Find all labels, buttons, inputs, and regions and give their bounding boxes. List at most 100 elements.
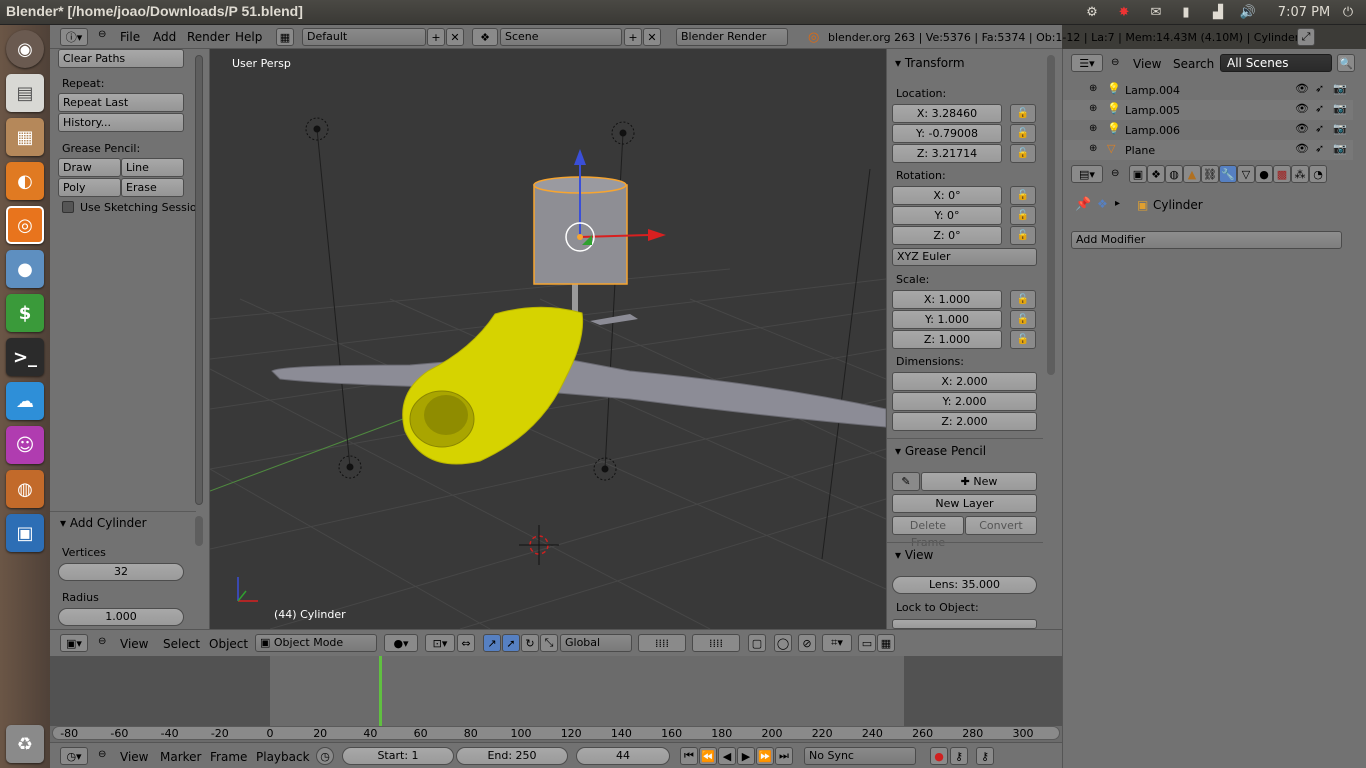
- add-cylinder-panel-header[interactable]: ▾ Add Cylinder: [60, 516, 147, 530]
- constraints-tab-icon[interactable]: ⛓: [1201, 165, 1219, 183]
- 3d-editor-type-icon[interactable]: ▣▾: [60, 634, 88, 652]
- trash-icon[interactable]: ♻: [6, 725, 44, 763]
- grease-pencil-panel-header[interactable]: ▾ Grease Pencil: [895, 444, 986, 458]
- jump-start-icon[interactable]: ⏮: [680, 747, 698, 765]
- scale-y-field[interactable]: Y: 1.000: [892, 310, 1002, 329]
- gp-line-button[interactable]: Line: [121, 158, 184, 177]
- menu-render[interactable]: Render: [187, 30, 230, 44]
- collapse-timeline-icon[interactable]: ⊖: [98, 749, 106, 760]
- play-icon[interactable]: ▶: [737, 747, 755, 765]
- 3d-viewport[interactable]: User Persp (44) Cylinder: [210, 49, 886, 629]
- layout-selector[interactable]: Default: [302, 28, 426, 46]
- expand-icon[interactable]: ⊕: [1089, 123, 1097, 134]
- chat-app-icon[interactable]: ☺: [6, 426, 44, 464]
- scale-x-field[interactable]: X: 1.000: [892, 290, 1002, 309]
- end-frame-field[interactable]: End: 250: [456, 747, 568, 765]
- transform-orientation-selector[interactable]: Global: [560, 634, 632, 652]
- lock-rotation-y-icon[interactable]: 🔓: [1010, 206, 1036, 225]
- visibility-eye-icon[interactable]: 👁: [1295, 142, 1309, 155]
- render-camera-icon[interactable]: 📷: [1333, 82, 1347, 95]
- rotation-x-field[interactable]: X: 0°: [892, 186, 1002, 205]
- view-panel-header[interactable]: ▾ View: [895, 548, 933, 562]
- convert-button[interactable]: Convert: [965, 516, 1037, 535]
- proportional-edit-icon[interactable]: ◯: [774, 634, 792, 652]
- gp-poly-button[interactable]: Poly: [58, 178, 121, 197]
- menu-marker[interactable]: Marker: [160, 750, 201, 764]
- pin-icon[interactable]: 📌: [1075, 197, 1091, 212]
- select-arrow-icon[interactable]: ➶: [1315, 102, 1324, 115]
- menu-select[interactable]: Select: [163, 637, 200, 651]
- visibility-eye-icon[interactable]: 👁: [1295, 122, 1309, 135]
- viewport-shading-icon[interactable]: ●▾: [384, 634, 418, 652]
- lock-layers-icon[interactable]: ▢: [748, 634, 766, 652]
- collapse-header-icon[interactable]: ⊖: [98, 636, 106, 647]
- location-y-field[interactable]: Y: -0.79008: [892, 124, 1002, 143]
- clock[interactable]: 7:07 PM: [1272, 2, 1336, 22]
- outliner-row[interactable]: ⊕ ▽ Plane 👁 ➶ 📷: [1063, 140, 1353, 160]
- timeline-editor-type-icon[interactable]: ◷▾: [60, 747, 88, 765]
- visibility-eye-icon[interactable]: 👁: [1295, 82, 1309, 95]
- lock-rotation-x-icon[interactable]: 🔓: [1010, 186, 1036, 205]
- mail-icon[interactable]: ✉: [1146, 2, 1166, 22]
- rotate-manipulator-icon[interactable]: ↻: [521, 634, 539, 652]
- pivot-point-icon[interactable]: ⊡▾: [425, 634, 455, 652]
- gp-draw-button[interactable]: Draw: [58, 158, 121, 177]
- power-icon[interactable]: ⏻: [1338, 2, 1358, 22]
- preview-range-icon[interactable]: ◷: [316, 747, 334, 765]
- keyframe-insert-icon[interactable]: ⚷: [976, 747, 994, 765]
- display-mode-selector[interactable]: All Scenes: [1220, 54, 1332, 72]
- files-icon[interactable]: ▤: [6, 74, 44, 112]
- scene-selector[interactable]: Scene: [500, 28, 622, 46]
- visibility-eye-icon[interactable]: 👁: [1295, 102, 1309, 115]
- render-tab-icon[interactable]: ▣: [1129, 165, 1147, 183]
- lock-scale-x-icon[interactable]: 🔓: [1010, 290, 1036, 309]
- gp-new-button[interactable]: ✚ New: [921, 472, 1037, 491]
- remove-layout-icon[interactable]: ✕: [446, 28, 464, 46]
- current-frame-cursor[interactable]: [379, 656, 383, 726]
- layers-grid-2-icon[interactable]: ⁞⁞⁞⁞: [692, 634, 740, 652]
- menu-playback[interactable]: Playback: [256, 750, 310, 764]
- particles-tab-icon[interactable]: ⁂: [1291, 165, 1309, 183]
- archive-icon[interactable]: ▦: [6, 118, 44, 156]
- current-frame-field[interactable]: 44: [576, 747, 670, 765]
- jump-end-icon[interactable]: ⏭: [775, 747, 793, 765]
- vertices-field[interactable]: 32: [58, 563, 184, 581]
- menu-frame[interactable]: Frame: [210, 750, 247, 764]
- snap-element-icon[interactable]: ⌗▾: [822, 634, 852, 652]
- operator-scrollbar[interactable]: [195, 516, 203, 546]
- menu-file[interactable]: File: [120, 30, 140, 44]
- radius-field[interactable]: 1.000: [58, 608, 184, 626]
- network-signal-icon[interactable]: ▟: [1208, 2, 1228, 22]
- collapse-menu-icon[interactable]: ⊖: [98, 29, 106, 40]
- render-engine-selector[interactable]: Blender Render: [676, 28, 788, 46]
- blender-icon[interactable]: ◎: [6, 206, 44, 244]
- scene-icon[interactable]: ❖: [472, 28, 498, 46]
- timeline-editor[interactable]: [50, 656, 1062, 742]
- jump-keyframe-forward-icon[interactable]: ⏩: [756, 747, 774, 765]
- material-tab-icon[interactable]: ●: [1255, 165, 1273, 183]
- rotation-mode-selector[interactable]: XYZ Euler: [892, 248, 1037, 266]
- location-z-field[interactable]: Z: 3.21714: [892, 144, 1002, 163]
- render-camera-icon[interactable]: 📷: [1333, 102, 1347, 115]
- render-image-icon[interactable]: ▭: [858, 634, 876, 652]
- scale-z-field[interactable]: Z: 1.000: [892, 330, 1002, 349]
- workspace-switcher-icon[interactable]: ▣: [6, 514, 44, 552]
- outliner-row[interactable]: ⊕ 💡 Lamp.004 👁 ➶ 📷: [1063, 80, 1353, 100]
- outliner-menu-view[interactable]: View: [1133, 57, 1161, 71]
- render-camera-icon[interactable]: 📷: [1333, 122, 1347, 135]
- new-layer-button[interactable]: New Layer: [892, 494, 1037, 513]
- terminal-icon[interactable]: >_: [6, 338, 44, 376]
- properties-editor-type-icon[interactable]: ▤▾: [1071, 165, 1103, 183]
- gp-erase-button[interactable]: Erase: [121, 178, 184, 197]
- outliner-row[interactable]: ⊕ 💡 Lamp.005 👁 ➶ 📷: [1063, 100, 1353, 120]
- lock-location-x-icon[interactable]: 🔓: [1010, 104, 1036, 123]
- lock-scale-y-icon[interactable]: 🔓: [1010, 310, 1036, 329]
- battery-icon[interactable]: ▮: [1176, 2, 1196, 22]
- cloud-sync-icon[interactable]: ☁: [6, 382, 44, 420]
- start-frame-field[interactable]: Start: 1: [342, 747, 454, 765]
- pencil-icon[interactable]: ✎: [892, 472, 920, 491]
- speaker-app-icon[interactable]: ◍: [6, 470, 44, 508]
- layers-grid-icon[interactable]: ⁞⁞⁞⁞: [638, 634, 686, 652]
- object-tab-icon[interactable]: ▲: [1183, 165, 1201, 183]
- menu-tl-view[interactable]: View: [120, 750, 148, 764]
